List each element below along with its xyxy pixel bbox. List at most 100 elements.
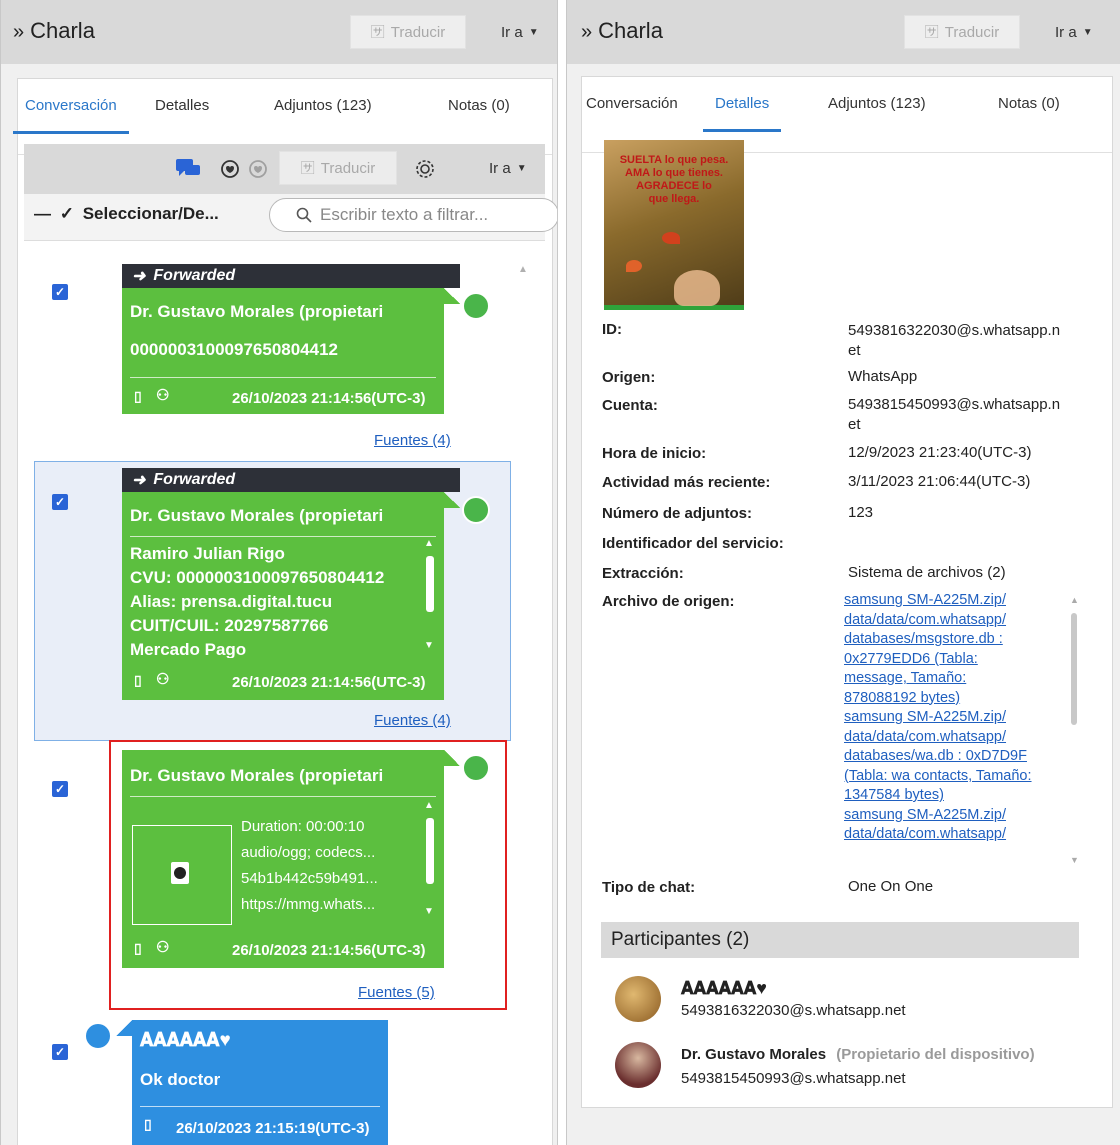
- selection-bar: — ✓ Seleccionar/De... Escribir texto a f…: [24, 194, 557, 241]
- check-icon: ✓: [59, 204, 74, 223]
- participant-name: Dr. Gustavo Morales: [681, 1046, 827, 1063]
- forward-arrow-icon: ➜: [132, 268, 146, 285]
- scroll-up-icon[interactable]: ▲: [424, 538, 434, 549]
- scroll-up-icon[interactable]: ▲: [424, 800, 434, 811]
- detail-origin-value: WhatsApp: [848, 368, 918, 385]
- detail-start-value: 12/9/2023 21:23:40(UTC-3): [848, 444, 1032, 461]
- participant-jid: 5493815450993@s.whatsapp.net: [681, 1070, 906, 1087]
- scroll-up-arrow-icon[interactable]: ▲: [1070, 595, 1079, 605]
- tab-detalles[interactable]: Detalles: [155, 97, 209, 114]
- attachment-scrollbar[interactable]: [426, 818, 434, 884]
- group-icon: ⚇: [156, 387, 170, 404]
- tab-conversacion[interactable]: Conversación: [13, 97, 129, 134]
- message-checkbox[interactable]: ✓: [52, 781, 68, 797]
- message-timestamp: 26/10/2023 21:14:56(UTC-3): [232, 390, 426, 407]
- goto-dropdown[interactable]: Ir a ▼: [1055, 24, 1093, 41]
- toolbar-translate-button[interactable]: 🈂 Traducir: [279, 151, 397, 185]
- user-avatar-icon: [462, 496, 490, 524]
- gear-icon[interactable]: [414, 158, 436, 180]
- message-checkbox[interactable]: ✓: [52, 284, 68, 300]
- tab-notas[interactable]: Notas (0): [998, 95, 1060, 112]
- sources-link[interactable]: Fuentes (4): [374, 712, 451, 729]
- butterfly-icon: [626, 260, 642, 272]
- right-pane: » Charla 🈂 Traducir Ir a ▼ Conversación Det…: [566, 0, 1120, 1145]
- heart-bubble-disabled-icon: [249, 160, 267, 178]
- message-bubble[interactable]: Dr. Gustavo Morales (propietari Duration…: [122, 750, 444, 968]
- audio-thumbnail[interactable]: [132, 825, 232, 925]
- message-line: Mercado Pago: [130, 640, 247, 658]
- detail-extraction-value: Sistema de archivos (2): [848, 564, 1006, 581]
- attachment-line: Duration: 00:00:10: [241, 818, 365, 835]
- participant-avatar: [615, 976, 661, 1022]
- message-bubble[interactable]: Dr. Gustavo Morales (propietari Ramiro J…: [122, 492, 444, 700]
- toolbar-goto-dropdown[interactable]: Ir a ▼: [489, 160, 527, 177]
- select-toggle[interactable]: — ✓ Seleccionar/De...: [34, 204, 219, 224]
- forwarded-banner: ➜ Forwarded: [122, 264, 460, 288]
- goto-dropdown[interactable]: Ir a ▼: [501, 24, 539, 41]
- phone-icon: ▯: [144, 1116, 152, 1132]
- tab-conversacion[interactable]: Conversación: [586, 95, 678, 112]
- left-header: » Charla 🈂 Traducir Ir a ▼: [1, 0, 557, 64]
- filter-search-input[interactable]: Escribir texto a filtrar...: [269, 198, 557, 232]
- contact-avatar-icon: [84, 1022, 112, 1050]
- source-file-list[interactable]: samsung SM-A225M.zip/ data/data/com.what…: [844, 591, 1070, 861]
- translate-button[interactable]: 🈂 Traducir: [904, 15, 1020, 49]
- left-title: » Charla: [13, 18, 95, 43]
- expand-chevron-icon[interactable]: »: [13, 21, 24, 43]
- phone-icon: ▯: [134, 388, 142, 404]
- caret-down-icon: ▼: [528, 27, 539, 38]
- participant-row[interactable]: Dr. Gustavo Morales (Propietario del dis…: [615, 1042, 1085, 1092]
- expand-chevron-icon[interactable]: »: [581, 21, 592, 43]
- detail-last-activity-value: 3/11/2023 21:06:44(UTC-3): [848, 473, 1031, 490]
- participant-jid: 5493816322030@s.whatsapp.net: [681, 1002, 906, 1019]
- forwarded-banner: ➜ Forwarded: [122, 468, 460, 492]
- message-scrollbar[interactable]: [426, 556, 434, 612]
- sources-link[interactable]: Fuentes (5): [358, 984, 435, 1001]
- hand-icon: [674, 270, 720, 306]
- caret-down-icon: ▼: [1082, 27, 1093, 38]
- message-sender: 𝐀𝐀𝐀𝐀𝐀𝐀♥: [140, 1030, 231, 1051]
- detail-account-value: 5493815450993@s.whatsapp.net: [848, 396, 1061, 433]
- message-checkbox[interactable]: ✓: [52, 1044, 68, 1060]
- participant-row[interactable]: 𝐀𝐀𝐀𝐀𝐀𝐀♥ 5493816322030@s.whatsapp.net: [615, 976, 1075, 1026]
- scroll-down-icon[interactable]: ▼: [424, 640, 434, 651]
- message-checkbox[interactable]: ✓: [52, 494, 68, 510]
- scroll-up-arrow-icon[interactable]: ▲: [518, 264, 528, 275]
- translate-icon: 🈂: [924, 24, 939, 40]
- message-list[interactable]: ▲ ✓ ➜ Forwarded Dr. Gustavo Morales (prop…: [34, 254, 545, 1145]
- message-body: Ok doctor: [140, 1070, 221, 1089]
- dash-icon: —: [34, 204, 51, 223]
- message-timestamp: 26/10/2023 21:15:19(UTC-3): [176, 1120, 370, 1137]
- butterfly-icon: [662, 232, 680, 244]
- message-line: CVU: 0000003100097650804412: [130, 568, 385, 587]
- translate-icon: 🈂: [300, 160, 315, 176]
- scroll-down-arrow-icon[interactable]: ▼: [1070, 855, 1079, 865]
- heart-bubble-icon[interactable]: [220, 159, 242, 179]
- sources-link[interactable]: Fuentes (4): [374, 432, 451, 449]
- tab-adjuntos[interactable]: Adjuntos (123): [274, 97, 372, 114]
- caret-down-icon: ▼: [516, 163, 527, 174]
- participants-header: Participantes (2): [601, 922, 1079, 958]
- tab-adjuntos[interactable]: Adjuntos (123): [828, 95, 926, 112]
- tab-detalles[interactable]: Detalles: [702, 95, 782, 132]
- tab-notas[interactable]: Notas (0): [448, 97, 510, 114]
- profile-image[interactable]: SUELTA lo que pesa. AMA lo que tienes. A…: [604, 140, 744, 310]
- phone-icon: ▯: [134, 672, 142, 688]
- attachment-line: 54b1b442c59b491...: [241, 870, 378, 887]
- scroll-down-icon[interactable]: ▼: [424, 906, 434, 917]
- message-sender: Dr. Gustavo Morales (propietari: [130, 506, 384, 525]
- message-bubble[interactable]: Dr. Gustavo Morales (propietari 00000031…: [122, 288, 444, 414]
- message-sender: Dr. Gustavo Morales (propietari: [130, 302, 384, 321]
- translate-button[interactable]: 🈂 Traducir: [350, 15, 466, 49]
- message-bubble[interactable]: 𝐀𝐀𝐀𝐀𝐀𝐀♥ Ok doctor ▯ 26/10/2023 21:15:19(…: [132, 1020, 388, 1145]
- participant-name: 𝐀𝐀𝐀𝐀𝐀𝐀♥: [681, 978, 767, 998]
- participant-avatar: [615, 1042, 661, 1088]
- message-sender: Dr. Gustavo Morales (propietari: [130, 766, 384, 785]
- source-file-link[interactable]: samsung SM-A225M.zip/ data/data/com.what…: [844, 591, 1070, 845]
- chat-bubbles-icon[interactable]: [176, 159, 200, 179]
- message-line: Alias: prensa.digital.tucu: [130, 592, 333, 611]
- attachment-line: audio/ogg; codecs...: [241, 844, 376, 861]
- group-icon: ⚇: [156, 939, 170, 956]
- right-tabs: Conversación Detalles Adjuntos (123) Not…: [582, 95, 1112, 153]
- source-scrollbar-thumb[interactable]: [1071, 613, 1077, 725]
